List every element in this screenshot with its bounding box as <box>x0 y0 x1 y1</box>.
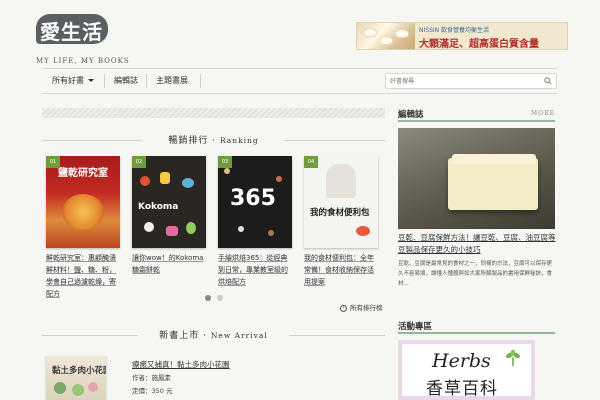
herbs-zh-text: 香草百科 <box>426 379 498 399</box>
food-illustration <box>62 194 104 230</box>
rank-badge: 01 <box>46 156 60 168</box>
cookie-shape <box>144 222 154 232</box>
editorial-article-title[interactable]: 豆乾、豆腐保鮮方法！讓豆乾、豆腐、油豆腐等豆製品保存更久的小技巧 <box>398 232 556 256</box>
book-cover[interactable]: 01 鹽乾研究室 <box>46 156 120 248</box>
editorial-header: 編輯誌 MORE <box>398 108 555 122</box>
decor-dot <box>268 230 274 236</box>
book-cover[interactable]: 02 Kokoma <box>132 156 206 248</box>
decorative-stripe <box>42 108 385 118</box>
dumpling-shape <box>395 29 409 38</box>
nav-all-books-label: 所有好書 <box>52 76 84 85</box>
succulent-shape <box>72 384 84 396</box>
cover-title: 365 <box>230 186 276 211</box>
new-book-author: 作者：施鳳素 <box>132 372 171 382</box>
food-illustration <box>356 226 370 236</box>
rank-badge: 03 <box>218 156 232 168</box>
cover-title: 鹽乾研究室 <box>58 168 108 179</box>
tofu-illustration <box>448 158 538 210</box>
cover-title: 我的食材便利包 <box>310 208 370 218</box>
cookie-shape <box>186 222 196 234</box>
new-arrival-title-zh: 新書上市 · <box>159 331 207 341</box>
new-arrival-title-en: New Arrival <box>210 331 268 340</box>
chevron-down-icon <box>88 79 94 82</box>
nav-divider <box>104 74 105 88</box>
new-arrival-section-header: 新書上市 · New Arrival <box>42 328 385 342</box>
editorial-title: 編輯誌 <box>398 110 424 120</box>
ranking-section-header: 暢銷排行 · Ranking <box>42 133 385 147</box>
more-link[interactable]: MORE <box>531 110 555 117</box>
nav-divider <box>146 74 147 88</box>
search-icon[interactable] <box>544 77 552 85</box>
ranking-title: 暢銷排行 · Ranking <box>42 133 385 146</box>
decor-dot <box>224 168 230 174</box>
all-rankings-label: 所有排行榜 <box>350 304 383 312</box>
person-photo <box>326 164 356 198</box>
logo-subtitle: MY LIFE, MY BOOKS <box>36 57 130 65</box>
new-book-title[interactable]: 療癒又捕真！黏土多肉小花園 <box>132 359 230 370</box>
cookie-shape <box>182 178 194 188</box>
new-arrival-title: 新書上市 · New Arrival <box>42 328 385 341</box>
ranking-title-zh: 暢銷排行 · <box>168 136 217 146</box>
herbs-en-text: Herbs <box>432 350 491 372</box>
leaf-icon <box>506 350 520 367</box>
book-title[interactable]: 讓你wow！的Kokoma糖霜餅乾 <box>132 252 208 276</box>
editorial-article-desc: 豆乾、豆腐是最常見的食材之一，同樣的方法，豆腐可以保存更久不容易壞，讓懂人懂醬與… <box>398 261 553 287</box>
author-label: 作者： <box>132 374 152 382</box>
book-cover[interactable]: 03 365 <box>218 156 292 248</box>
rank-badge: 04 <box>304 156 318 168</box>
book-title[interactable]: 我的食材便利包：全年常備！食材收納保存活用提案 <box>304 252 380 288</box>
activity-header: 活動專區 <box>398 320 555 334</box>
carousel-dot-active[interactable] <box>205 295 211 301</box>
banner-brand: NISSIN 飲食營養均衡生活 <box>419 27 490 34</box>
cookie-shape <box>140 176 150 186</box>
site-logo[interactable]: 愛生活 MY LIFE, MY BOOKS <box>36 14 129 65</box>
succulent-shape <box>54 382 66 394</box>
cover-title: 黏土多肉小花園 <box>52 366 106 376</box>
carousel-dot[interactable] <box>217 295 223 301</box>
decor-dot <box>276 176 282 182</box>
succulent-shape <box>88 382 98 392</box>
search-box <box>385 73 557 89</box>
ad-banner[interactable]: NISSIN 飲食營養均衡生活 大顆滿足、超高蛋白質含量 <box>356 22 568 50</box>
nav-editorial[interactable]: 編輯誌 <box>106 69 146 93</box>
author-name: 施鳳素 <box>151 374 172 382</box>
decor-dot <box>238 226 244 232</box>
banner-headline: 大顆滿足、超高蛋白質含量 <box>419 39 539 50</box>
cookie-shape <box>160 172 170 184</box>
nav-divider <box>200 74 201 88</box>
arrow-right-icon: › <box>340 304 347 312</box>
new-book-price: 定價：350 元 <box>132 385 172 395</box>
book-cover[interactable]: 04 我的食材便利包 <box>304 156 378 248</box>
herbs-promo-banner[interactable]: Herbs 香草百科 <box>398 340 535 400</box>
new-book-cover[interactable]: 黏土多肉小花園 <box>46 356 106 400</box>
editorial-article-image[interactable] <box>398 128 555 229</box>
dumpling-shape <box>363 28 377 37</box>
rank-badge: 02 <box>132 156 146 168</box>
main-nav: 所有好書 編輯誌 主題書展 <box>42 68 557 94</box>
logo-text: 愛生活 <box>40 20 103 44</box>
cover-title: Kokoma <box>138 202 179 212</box>
search-input[interactable] <box>390 74 540 88</box>
activity-title: 活動專區 <box>398 322 433 332</box>
nav-all-books[interactable]: 所有好書 <box>44 69 102 93</box>
dumpling-shape <box>379 36 393 45</box>
nav-book-fair[interactable]: 主題書展 <box>148 69 196 93</box>
price-label: 定價： <box>132 387 152 395</box>
cookie-shape <box>166 226 178 236</box>
tofu-top <box>452 154 536 164</box>
banner-food-image <box>357 23 415 49</box>
all-rankings-link[interactable]: › 所有排行榜 <box>340 302 383 312</box>
book-title[interactable]: 手繪烘焙365：從經典到日常，專業教室級的烘焙配方 <box>218 252 294 288</box>
price-value: 350 元 <box>151 387 173 395</box>
ranking-title-en: Ranking <box>219 136 259 145</box>
book-title[interactable]: 鮮乾研究室：惠顧醃漬鮮材料！鹽、糖、粉，學會自己過濾乾燥，寄配方 <box>46 252 122 300</box>
